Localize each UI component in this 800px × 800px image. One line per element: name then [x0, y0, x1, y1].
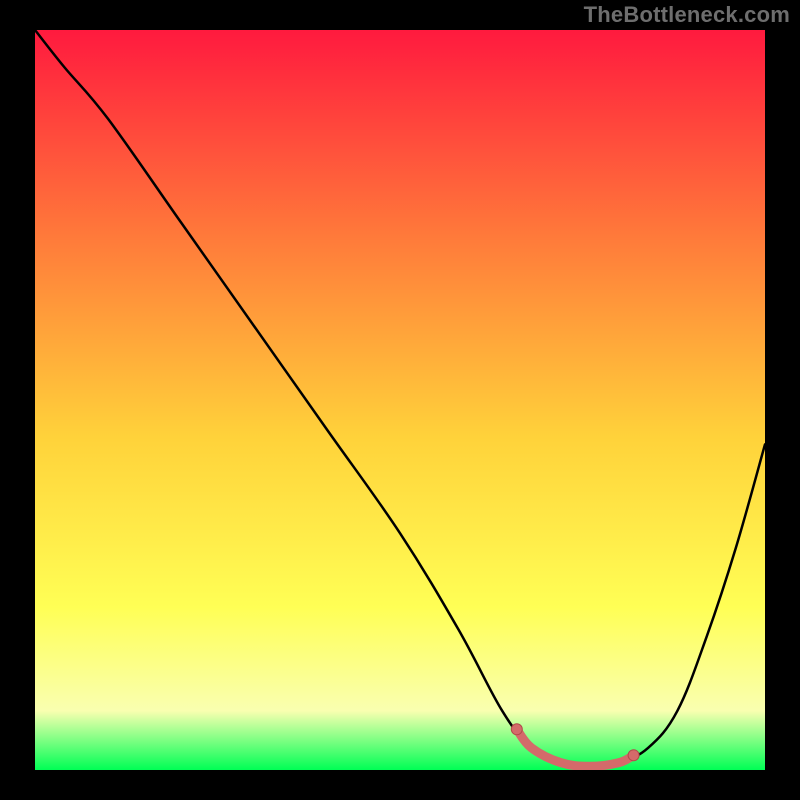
- plot-background: [35, 30, 765, 770]
- valley-marker-dot: [511, 724, 522, 735]
- chart-stage: TheBottleneck.com: [0, 0, 800, 800]
- bottleneck-chart: [0, 0, 800, 800]
- valley-marker-dot: [628, 750, 639, 761]
